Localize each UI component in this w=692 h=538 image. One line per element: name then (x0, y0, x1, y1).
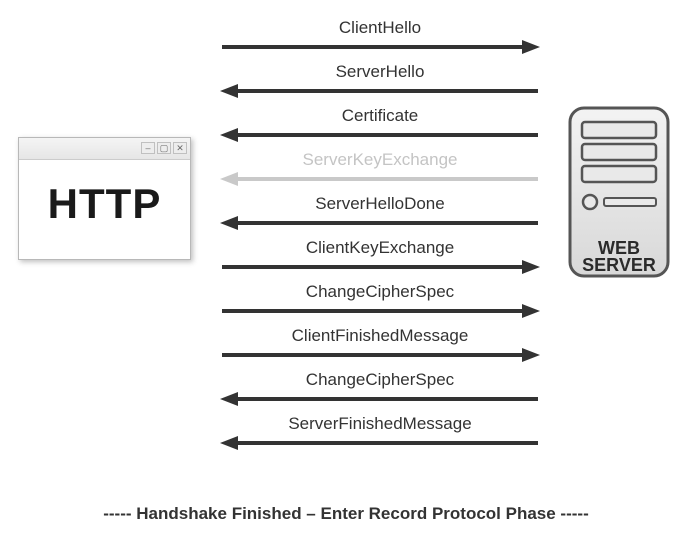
message-label: Certificate (220, 106, 540, 127)
arrow-left-icon (220, 391, 540, 407)
arrow-right-icon (220, 39, 540, 55)
window-buttons: – ▢ ✕ (141, 142, 187, 154)
server-label: WEB SERVER (564, 240, 674, 274)
message-row: ServerHello (220, 62, 540, 106)
message-label: ChangeCipherSpec (220, 370, 540, 391)
message-label: ServerKeyExchange (220, 150, 540, 171)
arrow-left-icon (220, 435, 540, 451)
message-row: ServerHelloDone (220, 194, 540, 238)
minimize-icon: – (141, 142, 155, 154)
message-label: ServerFinishedMessage (220, 414, 540, 435)
arrow-left-icon (220, 83, 540, 99)
arrow-left-icon (220, 171, 540, 187)
arrow-left-icon (220, 215, 540, 231)
message-row: ClientFinishedMessage (220, 326, 540, 370)
arrow-right-icon (220, 259, 540, 275)
message-row: ChangeCipherSpec (220, 282, 540, 326)
message-label: ServerHelloDone (220, 194, 540, 215)
message-sequence: ClientHello ServerHello Certificate Serv… (220, 18, 540, 458)
maximize-icon: ▢ (157, 142, 171, 154)
footer-text: ----- Handshake Finished – Enter Record … (10, 504, 682, 524)
server-label-line2: SERVER (582, 255, 656, 275)
arrow-right-icon (220, 347, 540, 363)
message-row: ChangeCipherSpec (220, 370, 540, 414)
message-row: ClientHello (220, 18, 540, 62)
message-row: ClientKeyExchange (220, 238, 540, 282)
client-label: HTTP (19, 160, 190, 228)
web-server: WEB SERVER (564, 102, 674, 282)
message-label: ClientFinishedMessage (220, 326, 540, 347)
message-row: ServerFinishedMessage (220, 414, 540, 458)
client-browser-titlebar: – ▢ ✕ (19, 138, 190, 160)
client-browser: – ▢ ✕ HTTP (18, 137, 191, 260)
message-label: ClientKeyExchange (220, 238, 540, 259)
message-label: ClientHello (220, 18, 540, 39)
arrow-right-icon (220, 303, 540, 319)
message-row: ServerKeyExchange (220, 150, 540, 194)
close-icon: ✕ (173, 142, 187, 154)
message-label: ChangeCipherSpec (220, 282, 540, 303)
message-label: ServerHello (220, 62, 540, 83)
arrow-left-icon (220, 127, 540, 143)
message-row: Certificate (220, 106, 540, 150)
handshake-diagram: – ▢ ✕ HTTP WEB SERVER ClientHell (10, 10, 682, 528)
